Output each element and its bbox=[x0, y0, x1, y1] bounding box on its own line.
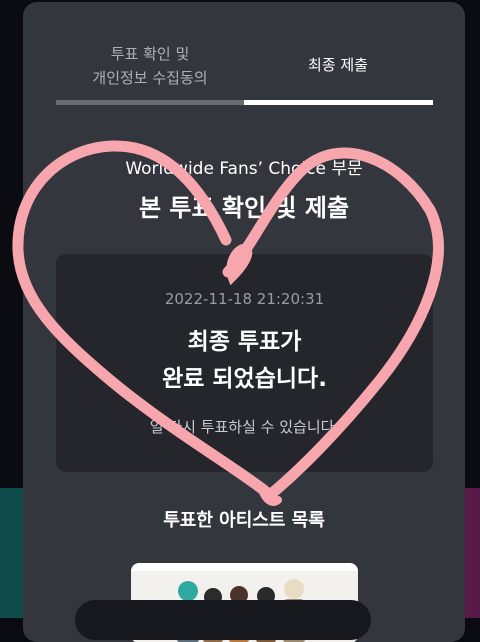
result-card: 2022-11-18 21:20:31 최종 투표가 완료 되었습니다. 일 다… bbox=[56, 254, 433, 472]
tab-vote-consent[interactable]: 투표 확인 및 개인정보 수집동의 bbox=[56, 42, 244, 90]
progress-bar-step2-active bbox=[244, 100, 433, 105]
progress-bar-step1 bbox=[56, 100, 244, 105]
completion-line2: 완료 되었습니다. bbox=[162, 366, 327, 392]
tab-vote-consent-line1: 투표 확인 및 bbox=[110, 45, 190, 63]
bottom-action-bar[interactable] bbox=[75, 600, 371, 640]
page-title: 본 투표 확인 및 제출 bbox=[138, 194, 350, 222]
tab-vote-consent-line2: 개인정보 수집동의 bbox=[92, 69, 208, 87]
artist-list-title: 투표한 아티스트 목록 bbox=[163, 510, 325, 531]
revote-note: 일 다시 투표하실 수 있습니다. bbox=[149, 418, 340, 436]
event-title: Worldwide Fans’ Choice 부문 bbox=[125, 159, 363, 179]
completion-message: 최종 투표가 완료 되었습니다. bbox=[56, 324, 433, 398]
vote-timestamp: 2022-11-18 21:20:31 bbox=[164, 290, 325, 308]
tab-final-submit[interactable]: 최종 제출 bbox=[244, 54, 432, 75]
completion-line1: 최종 투표가 bbox=[187, 329, 302, 355]
progress-tabs: 투표 확인 및 개인정보 수집동의 최종 제출 bbox=[23, 2, 465, 112]
vote-modal: 투표 확인 및 개인정보 수집동의 최종 제출 Worldwide Fans’ … bbox=[23, 2, 465, 642]
